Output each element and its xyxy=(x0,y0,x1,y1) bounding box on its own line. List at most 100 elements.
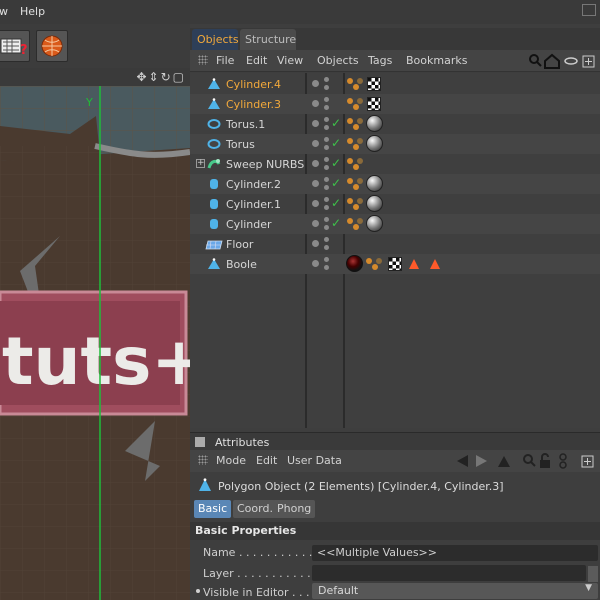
attributes-menu-icons[interactable] xyxy=(454,453,598,469)
object-row-cylinder-4[interactable]: Cylinder.4 xyxy=(190,74,600,94)
object-row-cylinder[interactable]: Cylinder ✓ xyxy=(190,214,600,234)
menu-mode[interactable]: Mode xyxy=(216,454,246,467)
render-dots[interactable] xyxy=(324,157,329,162)
radio-dot-icon[interactable] xyxy=(196,589,200,593)
render-view-button[interactable] xyxy=(36,30,68,62)
object-name[interactable]: Sweep NURBS xyxy=(226,158,304,171)
viewport-nav-icons[interactable]: ✥⇕↻▢ xyxy=(136,70,186,84)
object-name[interactable]: Cylinder.4 xyxy=(226,78,281,91)
object-name[interactable]: Floor xyxy=(226,238,253,251)
tab-coord[interactable]: Coord. xyxy=(233,500,277,518)
texture-tag-icon[interactable] xyxy=(388,257,402,271)
object-row-floor[interactable]: Floor xyxy=(190,234,600,254)
object-row-cylinder-3[interactable]: Cylinder.3 xyxy=(190,94,600,114)
phong-tag-icon[interactable] xyxy=(347,156,363,172)
render-dots[interactable] xyxy=(324,97,329,102)
enabled-check-icon[interactable]: ✓ xyxy=(331,216,341,230)
render-dots[interactable] xyxy=(324,77,329,82)
material-tag-icon[interactable] xyxy=(366,195,383,212)
render-settings-button[interactable]: ? xyxy=(0,30,30,62)
texture-tag-icon[interactable] xyxy=(367,97,381,111)
menu-tags[interactable]: Tags xyxy=(368,54,392,67)
floor-icon xyxy=(205,240,223,250)
enabled-check-icon[interactable]: ✓ xyxy=(331,136,341,150)
visible-in-editor-select[interactable]: Default ▼ xyxy=(312,583,598,599)
texture-tag-icon[interactable] xyxy=(367,77,381,91)
object-name[interactable]: Boole xyxy=(226,258,257,271)
enabled-check-icon[interactable]: ✓ xyxy=(331,156,341,170)
visibility-dot[interactable] xyxy=(312,120,319,127)
phong-tag-icon[interactable] xyxy=(347,216,363,232)
menu-file[interactable]: File xyxy=(216,54,234,67)
render-dots[interactable] xyxy=(324,117,329,122)
dark-material-tag-icon[interactable] xyxy=(346,255,363,272)
panel-grip-icon[interactable] xyxy=(198,455,208,465)
phong-tag-icon[interactable] xyxy=(347,136,363,152)
phong-tag-icon[interactable] xyxy=(347,76,363,92)
window-restore-icon[interactable] xyxy=(582,4,596,16)
selection-tags-icons[interactable] xyxy=(409,258,443,270)
phong-tag-icon[interactable] xyxy=(347,196,363,212)
object-row-cylinder-1[interactable]: Cylinder.1 ✓ xyxy=(190,194,600,214)
visibility-dot[interactable] xyxy=(312,140,319,147)
tab-basic[interactable]: Basic xyxy=(194,500,232,518)
menu-user-data[interactable]: User Data xyxy=(287,454,342,467)
material-tag-icon[interactable] xyxy=(366,215,383,232)
visibility-dot[interactable] xyxy=(312,260,319,267)
menu-bookmarks[interactable]: Bookmarks xyxy=(406,54,467,67)
phong-tag-icon[interactable] xyxy=(347,116,363,132)
menu-objects[interactable]: Objects xyxy=(317,54,359,67)
visibility-dot[interactable] xyxy=(312,160,319,167)
object-row-boole[interactable]: Boole xyxy=(190,254,600,274)
name-field[interactable]: <<Multiple Values>> xyxy=(312,545,598,561)
enabled-check-icon[interactable]: ✓ xyxy=(331,176,341,190)
menu-help[interactable]: Help xyxy=(20,5,45,18)
render-dots[interactable] xyxy=(324,197,329,202)
phong-tag-icon[interactable] xyxy=(347,176,363,192)
menu-view[interactable]: View xyxy=(277,54,303,67)
object-name[interactable]: Torus xyxy=(226,138,255,151)
object-row-cylinder-2[interactable]: Cylinder.2 ✓ xyxy=(190,174,600,194)
layer-field[interactable] xyxy=(312,565,586,581)
section-basic-properties[interactable]: Basic Properties xyxy=(190,522,600,540)
render-dots[interactable] xyxy=(324,137,329,142)
panel-grip-icon[interactable] xyxy=(195,437,205,447)
object-row-torus-1[interactable]: Torus.1 ✓ xyxy=(190,114,600,134)
material-tag-icon[interactable] xyxy=(366,115,383,132)
menu-edit[interactable]: Edit xyxy=(246,54,267,67)
visibility-dot[interactable] xyxy=(312,240,319,247)
visibility-dot[interactable] xyxy=(312,220,319,227)
render-dots[interactable] xyxy=(324,177,329,182)
object-row-sweep-nurbs[interactable]: + Sweep NURBS ✓ xyxy=(190,154,600,174)
panel-grip-icon[interactable] xyxy=(198,55,208,65)
tab-objects[interactable]: Objects xyxy=(192,29,239,50)
objects-menu-icons[interactable] xyxy=(528,53,598,69)
render-dots[interactable] xyxy=(324,257,329,262)
phong-tag-icon[interactable] xyxy=(347,96,363,112)
tab-structure[interactable]: Structure xyxy=(240,29,296,50)
visibility-dot[interactable] xyxy=(312,80,319,87)
menu-view[interactable]: w xyxy=(0,5,8,18)
menu-edit[interactable]: Edit xyxy=(256,454,277,467)
enabled-check-icon[interactable]: ✓ xyxy=(331,196,341,210)
material-tag-icon[interactable] xyxy=(366,135,383,152)
visibility-dot[interactable] xyxy=(312,200,319,207)
phong-tag-icon[interactable] xyxy=(366,256,382,272)
object-name[interactable]: Cylinder.3 xyxy=(226,98,281,111)
render-dots[interactable] xyxy=(324,237,329,242)
material-tag-icon[interactable] xyxy=(366,175,383,192)
tab-phong[interactable]: Phong xyxy=(273,500,316,518)
expand-toggle-icon[interactable]: + xyxy=(196,159,205,168)
layer-arrow-button[interactable] xyxy=(588,566,598,582)
object-name[interactable]: Torus.1 xyxy=(226,118,265,131)
enabled-check-icon[interactable]: ✓ xyxy=(331,116,341,130)
sweep-nurbs-icon xyxy=(207,159,221,169)
render-dots[interactable] xyxy=(324,217,329,222)
object-name[interactable]: Cylinder.2 xyxy=(226,178,281,191)
object-name[interactable]: Cylinder xyxy=(226,218,272,231)
visibility-dot[interactable] xyxy=(312,100,319,107)
viewport[interactable]: tuts+ Y xyxy=(0,86,190,600)
visibility-dot[interactable] xyxy=(312,180,319,187)
object-row-torus[interactable]: Torus ✓ xyxy=(190,134,600,154)
object-name[interactable]: Cylinder.1 xyxy=(226,198,281,211)
